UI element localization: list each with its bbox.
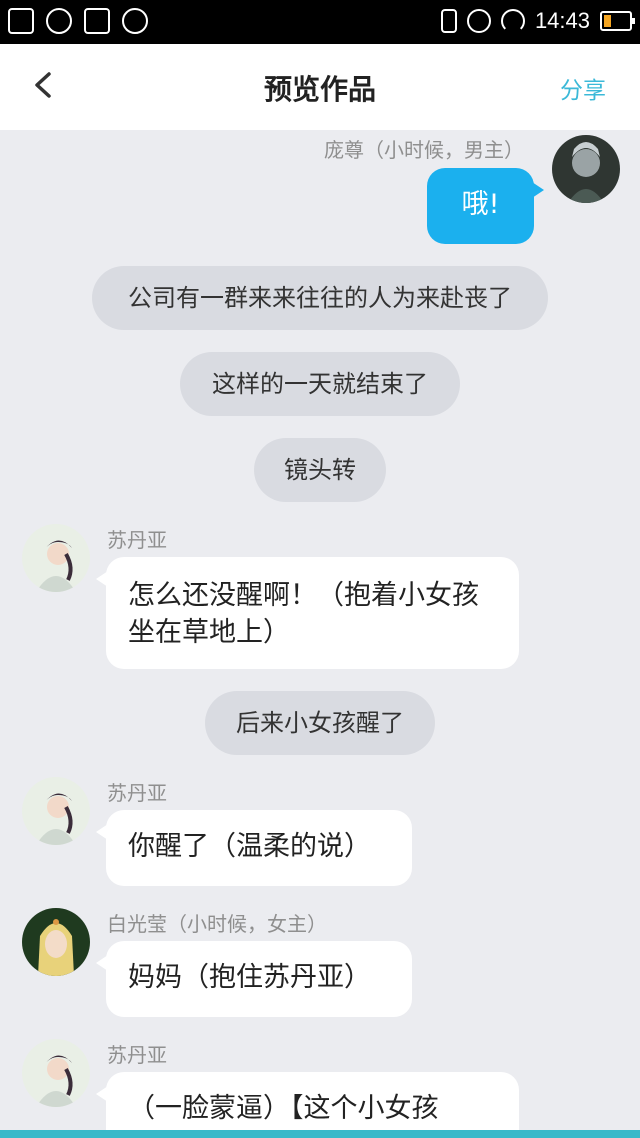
narration-bubble: 这样的一天就结束了 bbox=[180, 352, 460, 416]
avatar-sudanya[interactable] bbox=[22, 777, 90, 845]
narration-bubble: 镜头转 bbox=[254, 438, 386, 502]
headphones-icon bbox=[500, 9, 525, 33]
message-bubble-right: 哦! bbox=[427, 168, 544, 244]
avatar-sudanya[interactable] bbox=[22, 1039, 90, 1107]
alarm-icon bbox=[466, 9, 491, 33]
speaker-name: 庞尊（小时候，男主） bbox=[324, 138, 524, 162]
avatar-baiguangying[interactable] bbox=[22, 908, 90, 976]
page-title: 预览作品 bbox=[263, 73, 376, 106]
narration-bubble: 后来小女孩醒了 bbox=[205, 691, 435, 755]
status-icons-right: 14:43 bbox=[440, 8, 635, 34]
speaker-name: 苏丹亚 bbox=[107, 528, 167, 552]
narration-bubble: 公司有一群来来往往的人为来赴丧了 bbox=[92, 266, 548, 330]
speaker-name: 苏丹亚 bbox=[107, 781, 167, 805]
avatar-sudanya[interactable] bbox=[22, 524, 90, 592]
speaker-name: 白光莹（小时候，女主） bbox=[107, 912, 327, 936]
chat-preview: 庞尊（小时候，男主） 哦! 公司有一群来来往往的人为来赴丧了 这样的一天就结束了… bbox=[0, 130, 640, 1130]
message-bubble-left: 怎么还没醒啊！（抱着小女孩坐在草地上） bbox=[96, 557, 519, 669]
message-bubble-left: 妈妈（抱住苏丹亚） bbox=[96, 941, 412, 1017]
vibrate-icon bbox=[440, 9, 457, 33]
wechat-icon bbox=[122, 8, 148, 34]
wifi-icon bbox=[46, 8, 72, 34]
sim-card-icon bbox=[8, 8, 34, 34]
speaker-name: 苏丹亚 bbox=[107, 1043, 167, 1067]
battery-icon bbox=[600, 11, 635, 31]
status-bar: 14:43 bbox=[0, 0, 640, 44]
status-time: 14:43 bbox=[534, 8, 590, 33]
image-icon bbox=[84, 8, 110, 34]
status-icons-left bbox=[8, 8, 148, 34]
avatar-pangzun[interactable] bbox=[552, 135, 620, 203]
bottom-accent-bar bbox=[0, 1130, 640, 1138]
message-bubble-left: （一脸蒙逼）【这个小女孩 bbox=[96, 1072, 519, 1130]
app-header: 预览作品 分享 bbox=[0, 44, 640, 130]
share-button[interactable]: 分享 bbox=[560, 71, 606, 105]
message-bubble-left: 你醒了（温柔的说） bbox=[96, 810, 412, 886]
